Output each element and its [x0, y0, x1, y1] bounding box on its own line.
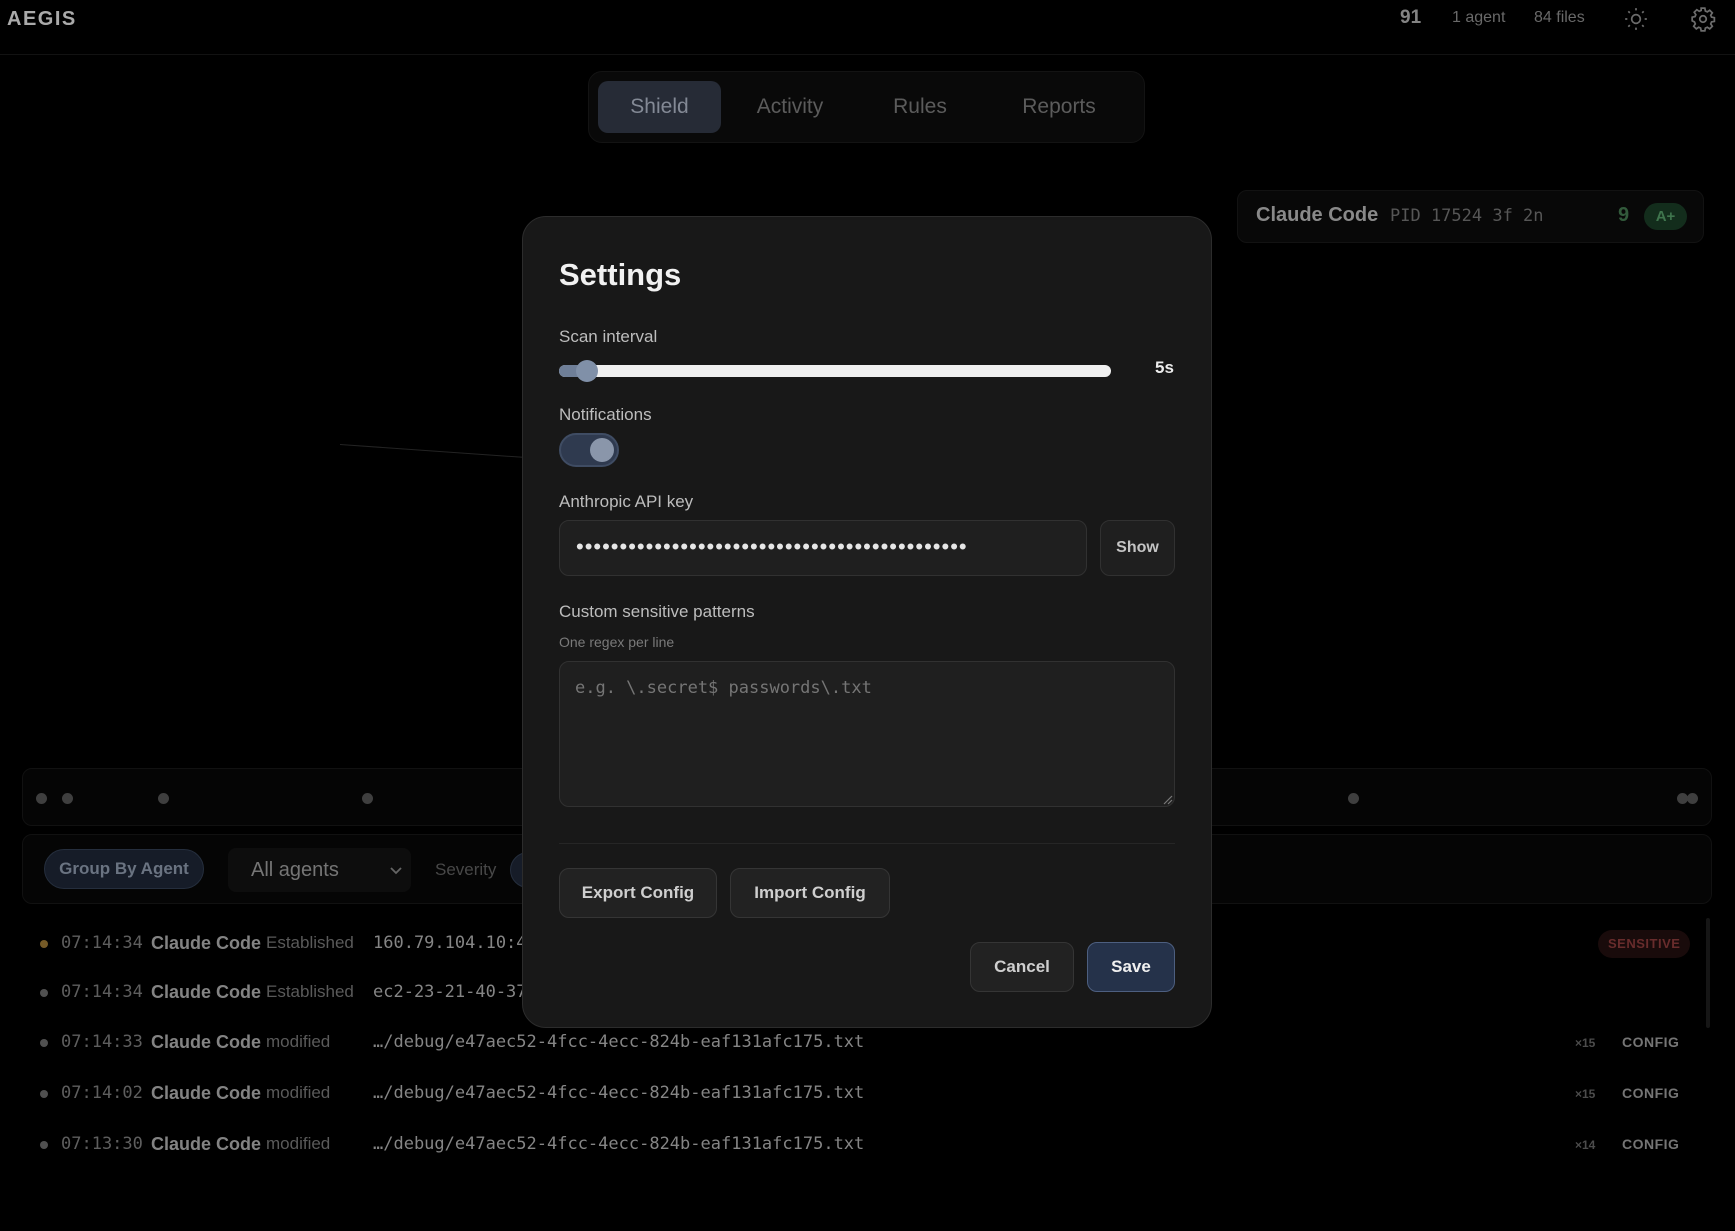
- import-config-button[interactable]: Import Config: [730, 868, 890, 918]
- show-api-key-button[interactable]: Show: [1100, 520, 1175, 576]
- slider-thumb[interactable]: [575, 360, 598, 382]
- patterns-label: Custom sensitive patterns: [559, 602, 755, 621]
- notifications-toggle[interactable]: [559, 433, 619, 467]
- api-key-input[interactable]: ••••••••••••••••••••••••••••••••••••••••…: [559, 520, 1087, 576]
- dialog-title: Settings: [559, 257, 682, 292]
- patterns-hint: One regex per line: [559, 634, 675, 650]
- scan-interval-label: Scan interval: [559, 327, 658, 346]
- resize-handle-icon[interactable]: [1161, 793, 1173, 805]
- api-key-label: Anthropic API key: [559, 492, 694, 511]
- scan-interval-value: 5s: [1155, 358, 1174, 377]
- save-button[interactable]: Save: [1087, 942, 1175, 992]
- dialog-divider: [559, 843, 1175, 844]
- patterns-textarea[interactable]: [559, 661, 1175, 807]
- notifications-label: Notifications: [559, 405, 652, 424]
- export-config-button[interactable]: Export Config: [559, 868, 717, 918]
- cancel-button[interactable]: Cancel: [970, 942, 1074, 992]
- settings-dialog: Settings Scan interval 5s Notifications …: [522, 216, 1212, 1028]
- toggle-knob: [590, 438, 614, 462]
- slider-track: [559, 365, 1111, 377]
- scan-interval-slider[interactable]: [559, 360, 1111, 382]
